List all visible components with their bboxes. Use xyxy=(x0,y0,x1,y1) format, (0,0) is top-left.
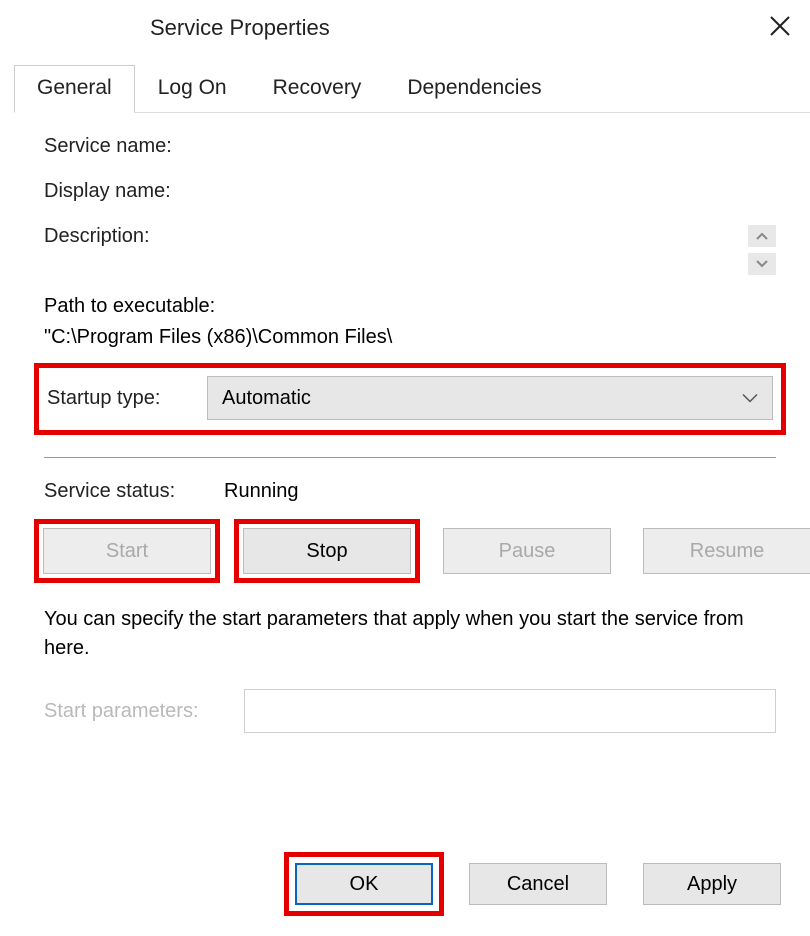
path-value: "C:\Program Files (x86)\Common Files\ xyxy=(44,326,776,349)
description-scrollbar xyxy=(748,225,778,275)
tab-logon[interactable]: Log On xyxy=(135,65,250,113)
ok-button-highlight: OK xyxy=(284,852,444,916)
divider xyxy=(44,457,776,458)
start-button-highlight: Start xyxy=(34,519,220,583)
start-parameters-input xyxy=(244,689,776,733)
resume-button: Resume xyxy=(643,528,810,574)
path-label: Path to executable: xyxy=(44,295,776,318)
apply-button[interactable]: Apply xyxy=(643,863,781,905)
display-name-label: Display name: xyxy=(44,180,224,203)
tab-recovery[interactable]: Recovery xyxy=(250,65,385,113)
stop-button-highlight: Stop xyxy=(234,519,420,583)
service-control-buttons: Start Stop Pause Resume xyxy=(34,519,776,583)
tab-general[interactable]: General xyxy=(14,65,135,113)
scroll-down-button[interactable] xyxy=(748,253,776,275)
start-parameters-label: Start parameters: xyxy=(44,700,244,723)
startup-type-select[interactable]: Automatic xyxy=(207,376,773,420)
ok-button[interactable]: OK xyxy=(295,863,433,905)
titlebar: Service Properties xyxy=(0,0,810,56)
service-status-label: Service status: xyxy=(44,480,224,503)
pause-button: Pause xyxy=(443,528,611,574)
chevron-down-icon xyxy=(742,387,758,410)
start-button: Start xyxy=(43,528,211,574)
chevron-up-icon xyxy=(756,232,768,240)
description-label: Description: xyxy=(44,225,224,248)
startup-type-highlight: Startup type: Automatic xyxy=(34,363,786,435)
startup-type-label: Startup type: xyxy=(47,387,207,410)
tab-strip: General Log On Recovery Dependencies xyxy=(14,64,810,113)
tab-content-general: Service name: Display name: Description:… xyxy=(0,113,810,773)
tab-dependencies[interactable]: Dependencies xyxy=(384,65,564,113)
startup-type-value: Automatic xyxy=(222,387,311,410)
chevron-down-icon xyxy=(756,260,768,268)
close-button[interactable] xyxy=(762,8,798,44)
close-icon xyxy=(769,15,791,37)
cancel-button[interactable]: Cancel xyxy=(469,863,607,905)
window-title: Service Properties xyxy=(150,15,330,41)
scroll-up-button[interactable] xyxy=(748,225,776,247)
footer-buttons: OK Cancel Apply xyxy=(284,852,792,916)
service-name-label: Service name: xyxy=(44,135,224,158)
service-status-value: Running xyxy=(224,480,299,503)
stop-button[interactable]: Stop xyxy=(243,528,411,574)
help-text: You can specify the start parameters tha… xyxy=(44,605,776,663)
